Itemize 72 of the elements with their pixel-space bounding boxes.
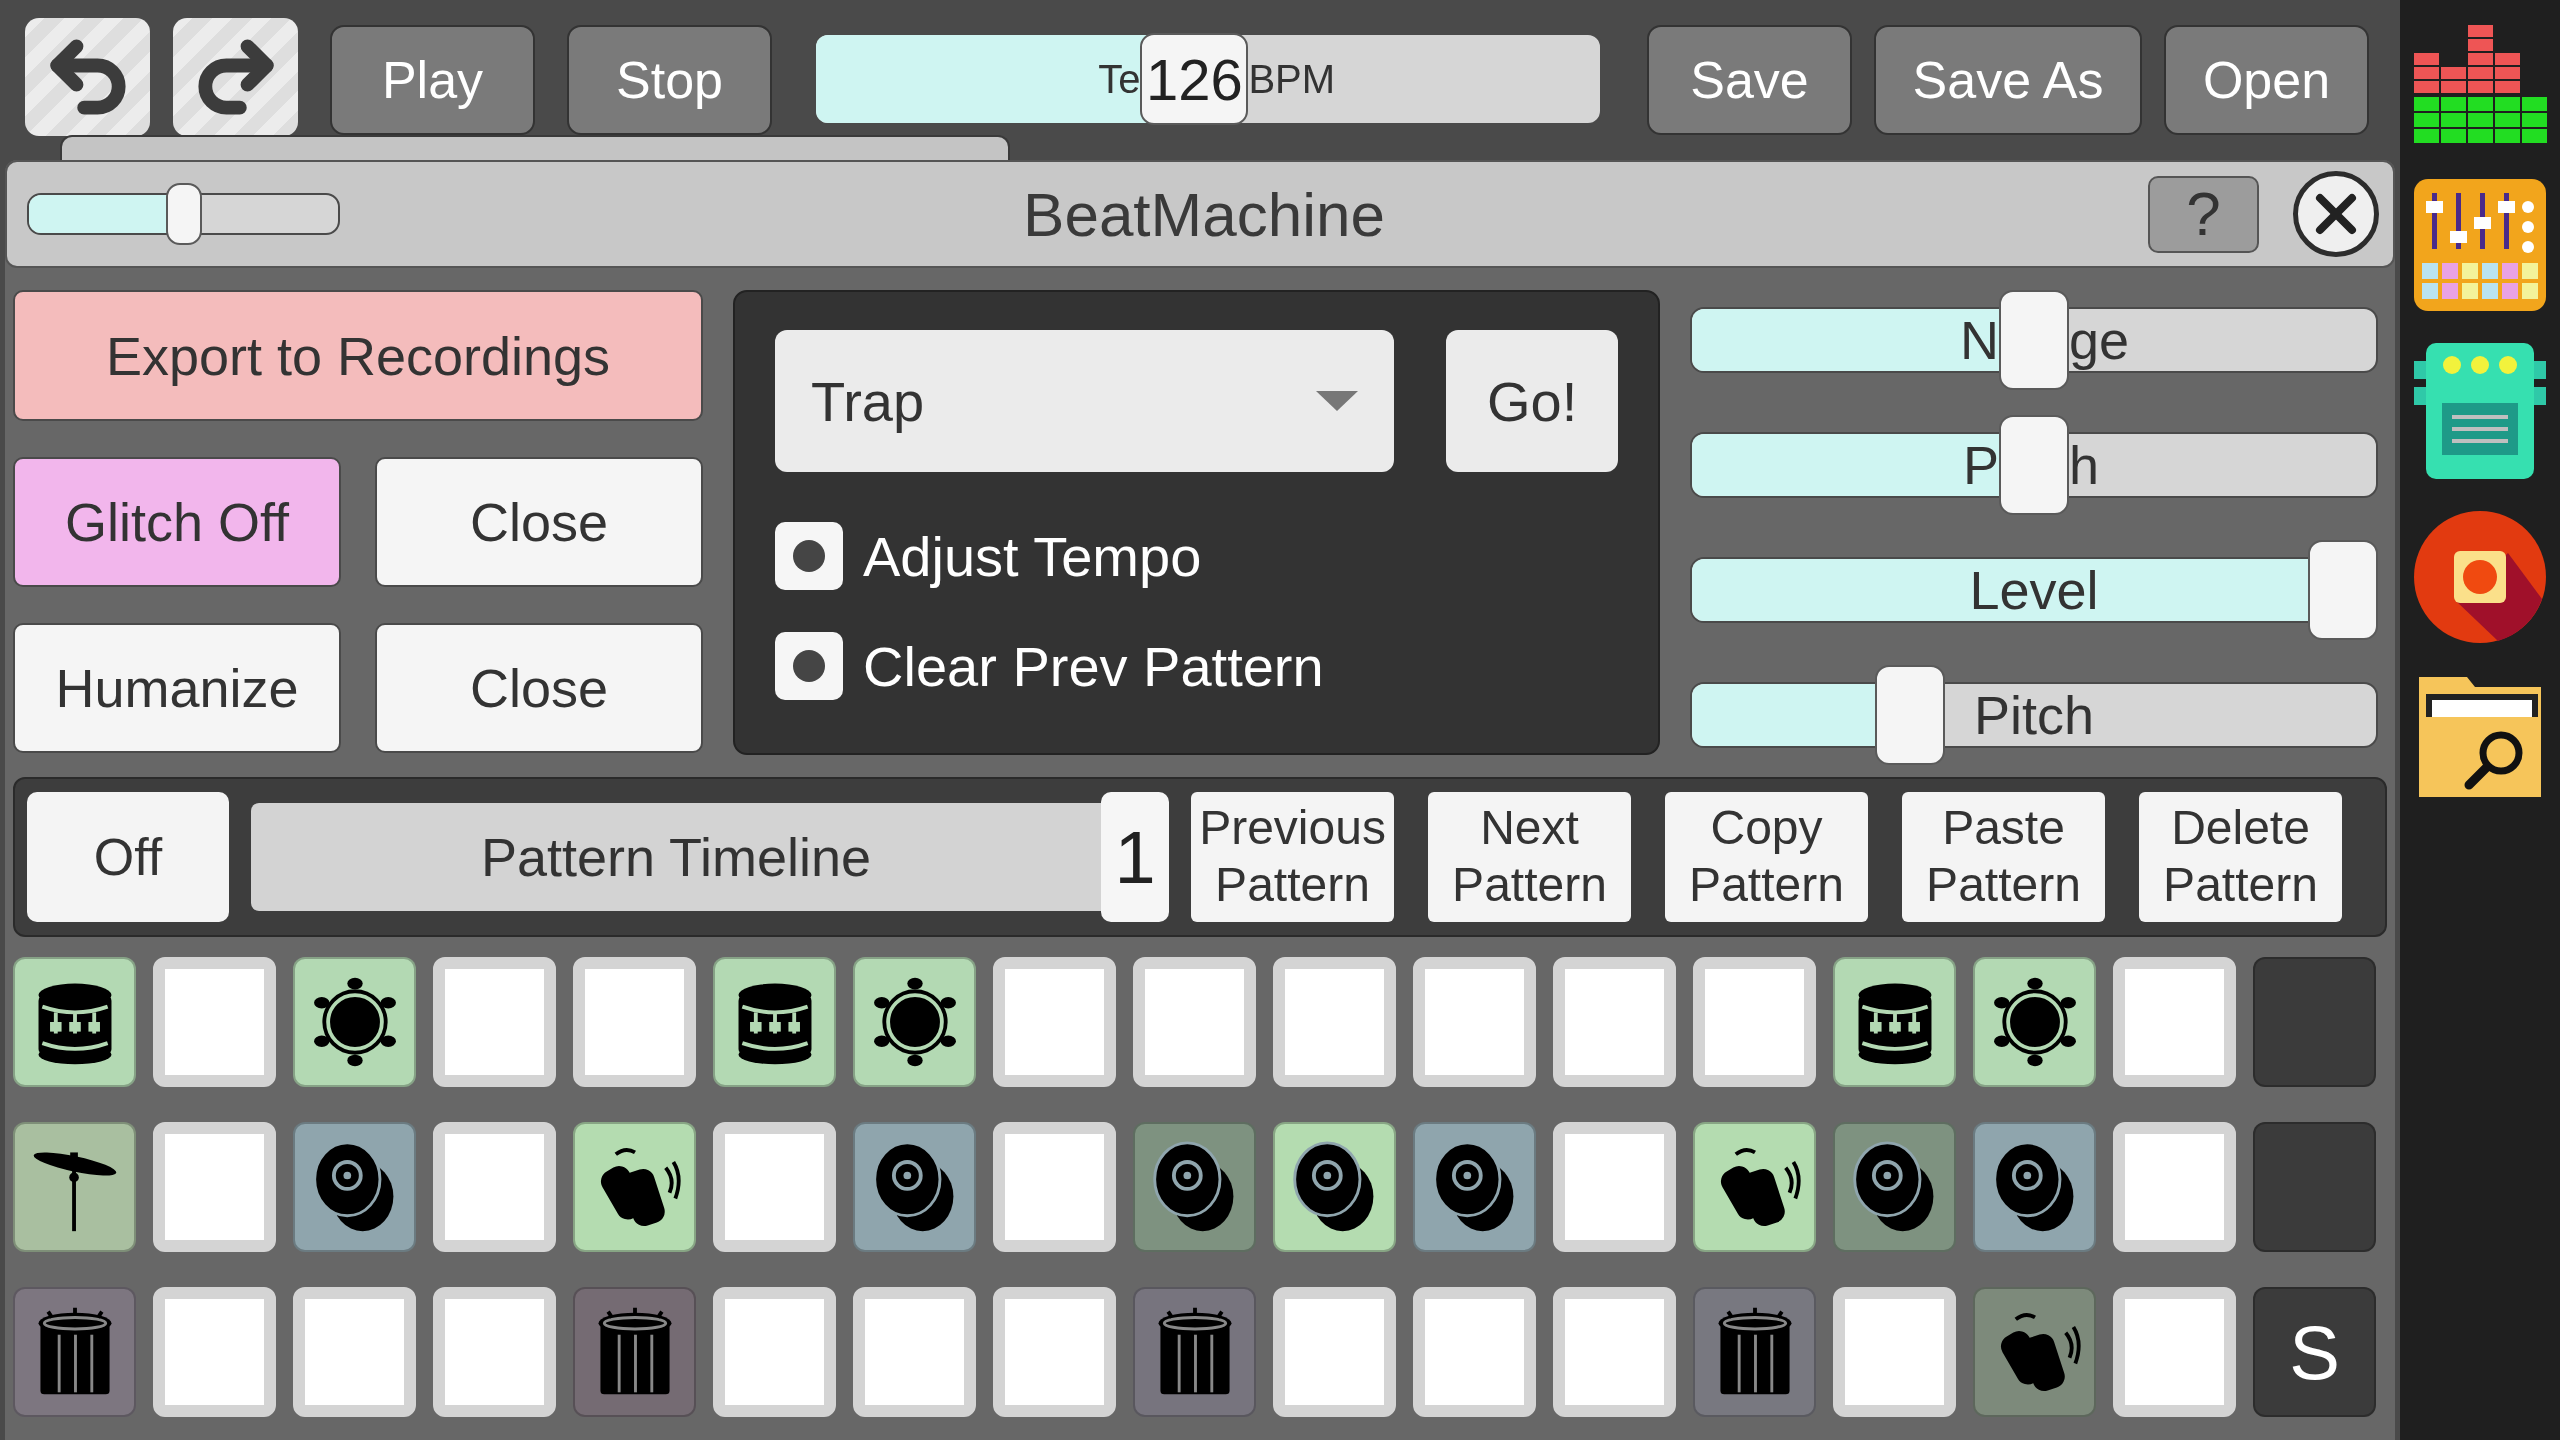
file-button[interactable]: Open xyxy=(2164,25,2369,135)
sound-step[interactable] xyxy=(1833,957,1956,1087)
file-button[interactable]: Save As xyxy=(1874,25,2142,135)
transport-button[interactable]: Play xyxy=(330,25,535,135)
slider-label: BPM xyxy=(1248,56,1336,102)
slider-label: h xyxy=(2069,434,2100,496)
sound-step[interactable] xyxy=(853,1122,976,1252)
slider[interactable] xyxy=(27,183,340,245)
slider-label: Pitch xyxy=(1973,684,2095,746)
slider-thumb[interactable] xyxy=(1999,415,2069,515)
slider[interactable]: Te 126 BPM xyxy=(814,33,1602,125)
option-label: Clear Prev Pattern xyxy=(863,633,1324,699)
caret-icon xyxy=(1316,391,1359,411)
slider-thumb[interactable]: 126 xyxy=(1140,33,1249,125)
sound-step[interactable] xyxy=(1833,1122,1956,1252)
transport-button[interactable]: Stop xyxy=(567,25,772,135)
off-button[interactable]: Off xyxy=(27,792,229,922)
checkbox[interactable] xyxy=(775,522,843,590)
mixer-icon[interactable] xyxy=(2412,177,2548,313)
record-icon[interactable] xyxy=(2412,509,2548,645)
slider-label: ge xyxy=(2069,309,2130,371)
sound-step[interactable] xyxy=(13,1122,136,1252)
redo-button[interactable] xyxy=(173,18,298,136)
checkbox[interactable] xyxy=(775,632,843,700)
slider-label: Level xyxy=(1969,559,2099,621)
sound-step[interactable] xyxy=(1133,1122,1256,1252)
option-label: Adjust Tempo xyxy=(863,523,1202,589)
sound-step[interactable] xyxy=(1693,1287,1816,1417)
sound-step[interactable] xyxy=(573,1122,696,1252)
slider-label: Te xyxy=(1098,56,1141,102)
slider-label: N xyxy=(1960,309,1999,371)
pattern-button[interactable]: Next Pattern xyxy=(1428,792,1631,922)
help-button[interactable]: ? xyxy=(2148,175,2259,253)
undo-button[interactable] xyxy=(25,18,150,136)
sound-step[interactable] xyxy=(1413,1122,1536,1252)
sound-step[interactable] xyxy=(853,957,976,1087)
sound-step[interactable] xyxy=(13,957,136,1087)
track-end-step[interactable] xyxy=(2253,957,2376,1087)
sound-step[interactable] xyxy=(1973,1287,2096,1417)
preset-dropdown[interactable]: Trap xyxy=(775,330,1395,472)
sound-step[interactable] xyxy=(713,957,836,1087)
pattern-button[interactable]: Previous Pattern xyxy=(1191,792,1394,922)
slider-thumb[interactable] xyxy=(1999,290,2069,390)
slider-thumb[interactable] xyxy=(1875,665,1946,765)
sound-step[interactable] xyxy=(13,1287,136,1417)
drum-machine-icon[interactable] xyxy=(2412,341,2548,481)
pattern-button[interactable]: Delete Pattern xyxy=(2139,792,2342,922)
pattern-button[interactable]: Paste Pattern xyxy=(1902,792,2105,922)
action-button[interactable]: Close xyxy=(375,457,703,587)
sound-step[interactable] xyxy=(1973,1122,2096,1252)
track-end-step[interactable] xyxy=(2253,1122,2376,1252)
pattern-number: 1 xyxy=(1101,792,1169,922)
go-button[interactable]: Go! xyxy=(1446,330,1618,472)
sound-step[interactable] xyxy=(1273,1122,1396,1252)
sound-step[interactable] xyxy=(573,1287,696,1417)
slider-label: P xyxy=(1962,434,1999,496)
sound-step[interactable] xyxy=(293,957,416,1087)
sound-step[interactable] xyxy=(293,1122,416,1252)
action-button[interactable]: Close xyxy=(375,623,703,753)
action-button[interactable]: Export to Recordings xyxy=(13,290,703,421)
slider-thumb[interactable] xyxy=(165,183,202,245)
action-button[interactable]: Humanize xyxy=(13,623,341,753)
pattern-timeline: Pattern Timeline xyxy=(251,803,1101,911)
track-end-step[interactable]: S xyxy=(2253,1287,2376,1417)
sound-step[interactable] xyxy=(1973,957,2096,1087)
dialog-title: BeatMachine xyxy=(1022,178,1386,250)
sound-step[interactable] xyxy=(1693,1122,1816,1252)
slider-thumb[interactable] xyxy=(2308,540,2378,640)
file-button[interactable]: Save xyxy=(1647,25,1852,135)
pattern-button[interactable]: Copy Pattern xyxy=(1665,792,1868,922)
action-button[interactable]: Glitch Off xyxy=(13,457,341,587)
sound-step[interactable] xyxy=(1133,1287,1256,1417)
